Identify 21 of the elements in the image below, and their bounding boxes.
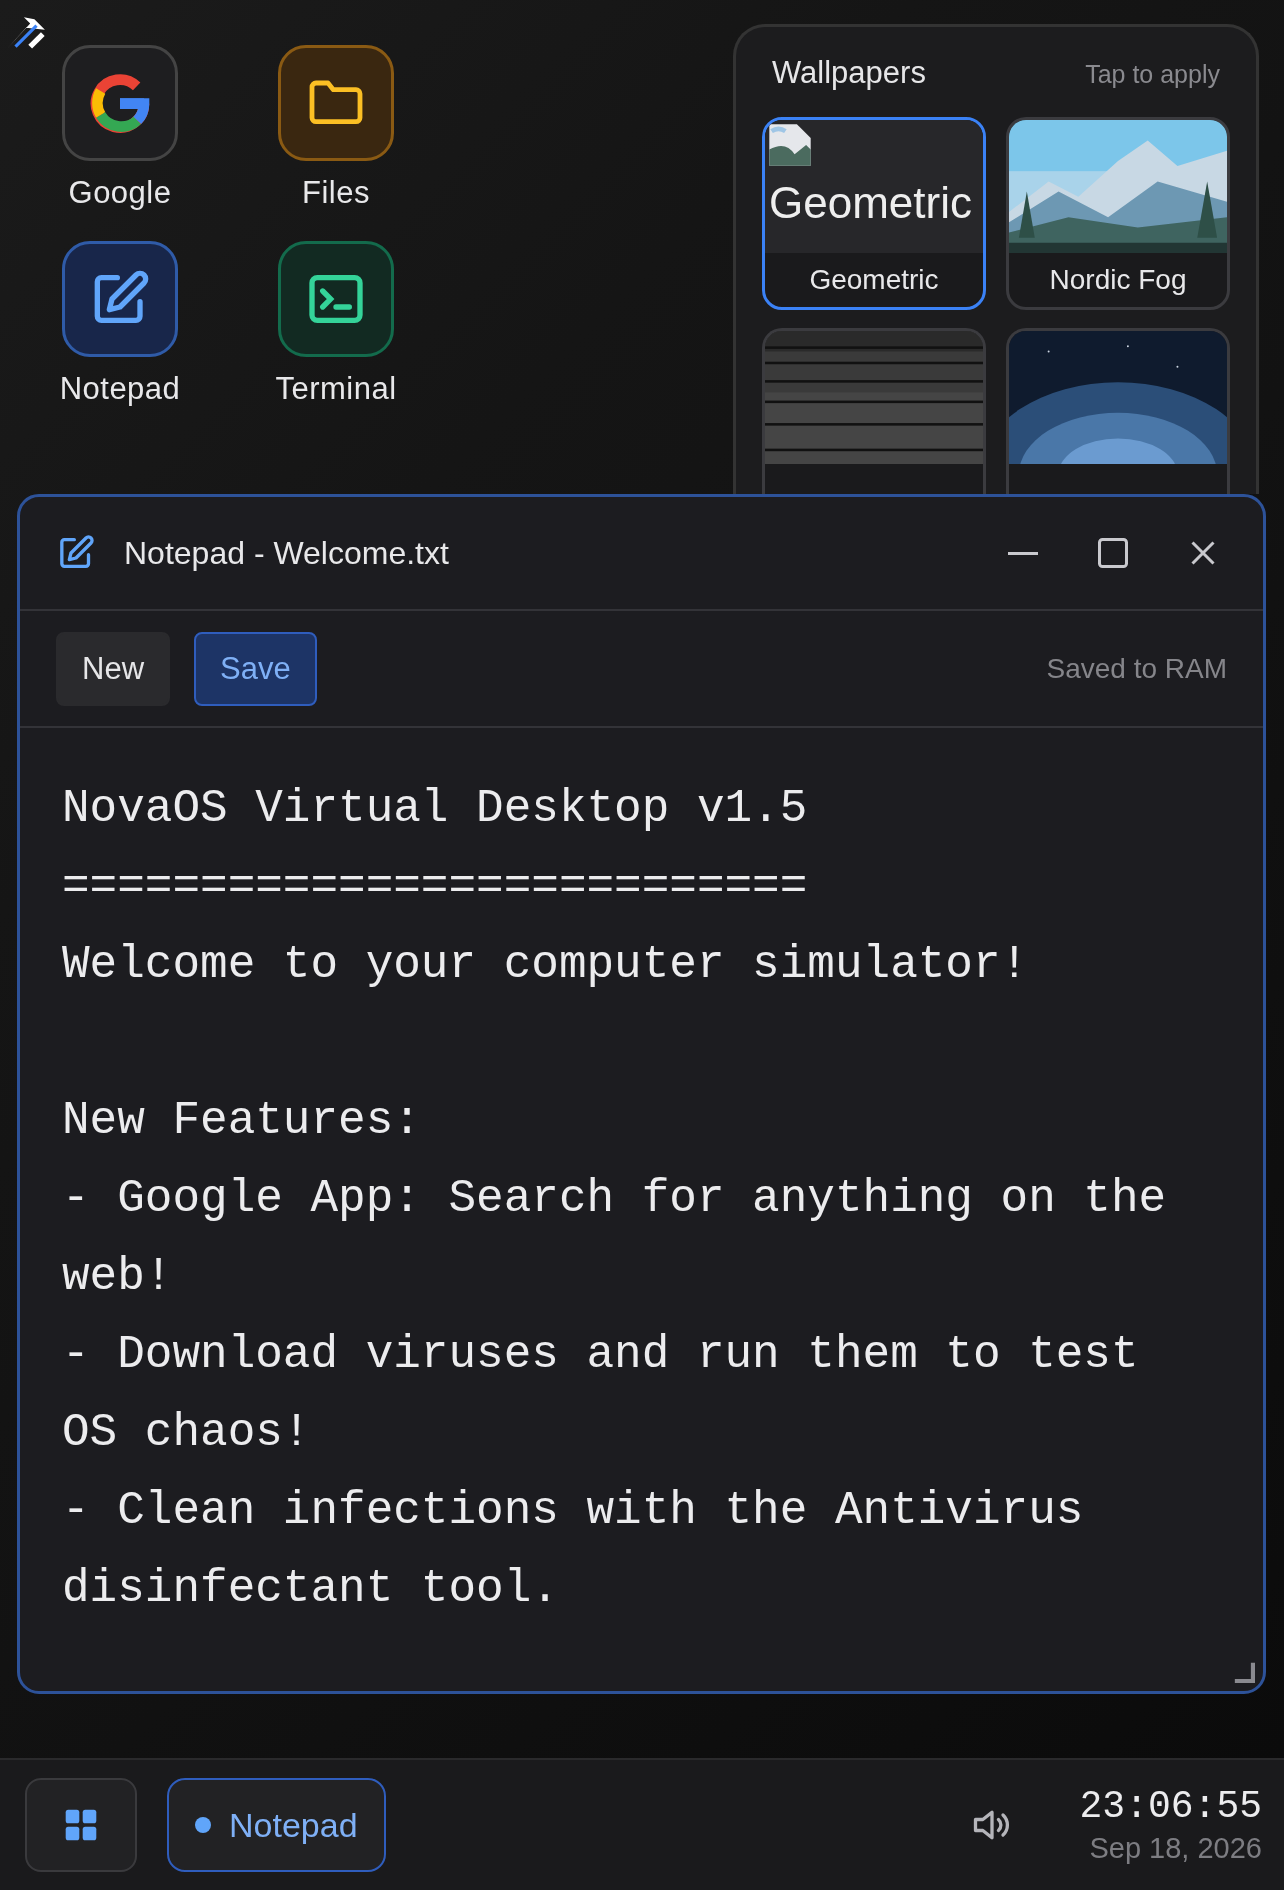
toolbar-button[interactable]: New — [56, 631, 170, 706]
resize-grip-icon[interactable] — [1233, 1661, 1255, 1683]
maximize-icon — [1095, 535, 1131, 571]
clock-time: 23:06:55 — [1079, 1785, 1262, 1828]
broken-image-icon — [767, 122, 813, 168]
panel-title: Wallpapers — [772, 55, 926, 91]
text-editor[interactable]: NovaOS Virtual Desktop v1.5 =========================== Welcome to your computer simulator! New Features: - Google App: Search for anything on the web! - Download viruses and run them to test OS chaos! - Clean infections with the Antivirus disinfectant tool. — [62, 770, 1182, 1628]
image-alt-text: Geometric — [769, 178, 972, 228]
google-g-icon — [88, 71, 152, 135]
taskbar-app-button[interactable]: Notepad — [167, 1778, 386, 1872]
clock-date: Sep 18, 2026 — [1089, 1832, 1262, 1865]
start-button[interactable] — [25, 1778, 137, 1872]
panel-hint: Tap to apply — [1085, 60, 1220, 89]
wallpaper-option[interactable]: Geometric Geometric — [762, 117, 986, 310]
toolbar-button[interactable]: Save — [194, 631, 317, 706]
wallpaper-option[interactable]: Nordic Fog — [1006, 117, 1230, 310]
grid-icon — [64, 1808, 98, 1842]
window-title: Notepad - Welcome.txt — [124, 534, 449, 572]
wallpaper-option[interactable] — [1006, 328, 1230, 494]
minimize-icon — [1005, 551, 1041, 555]
save-status: Saved to RAM — [1046, 652, 1227, 685]
